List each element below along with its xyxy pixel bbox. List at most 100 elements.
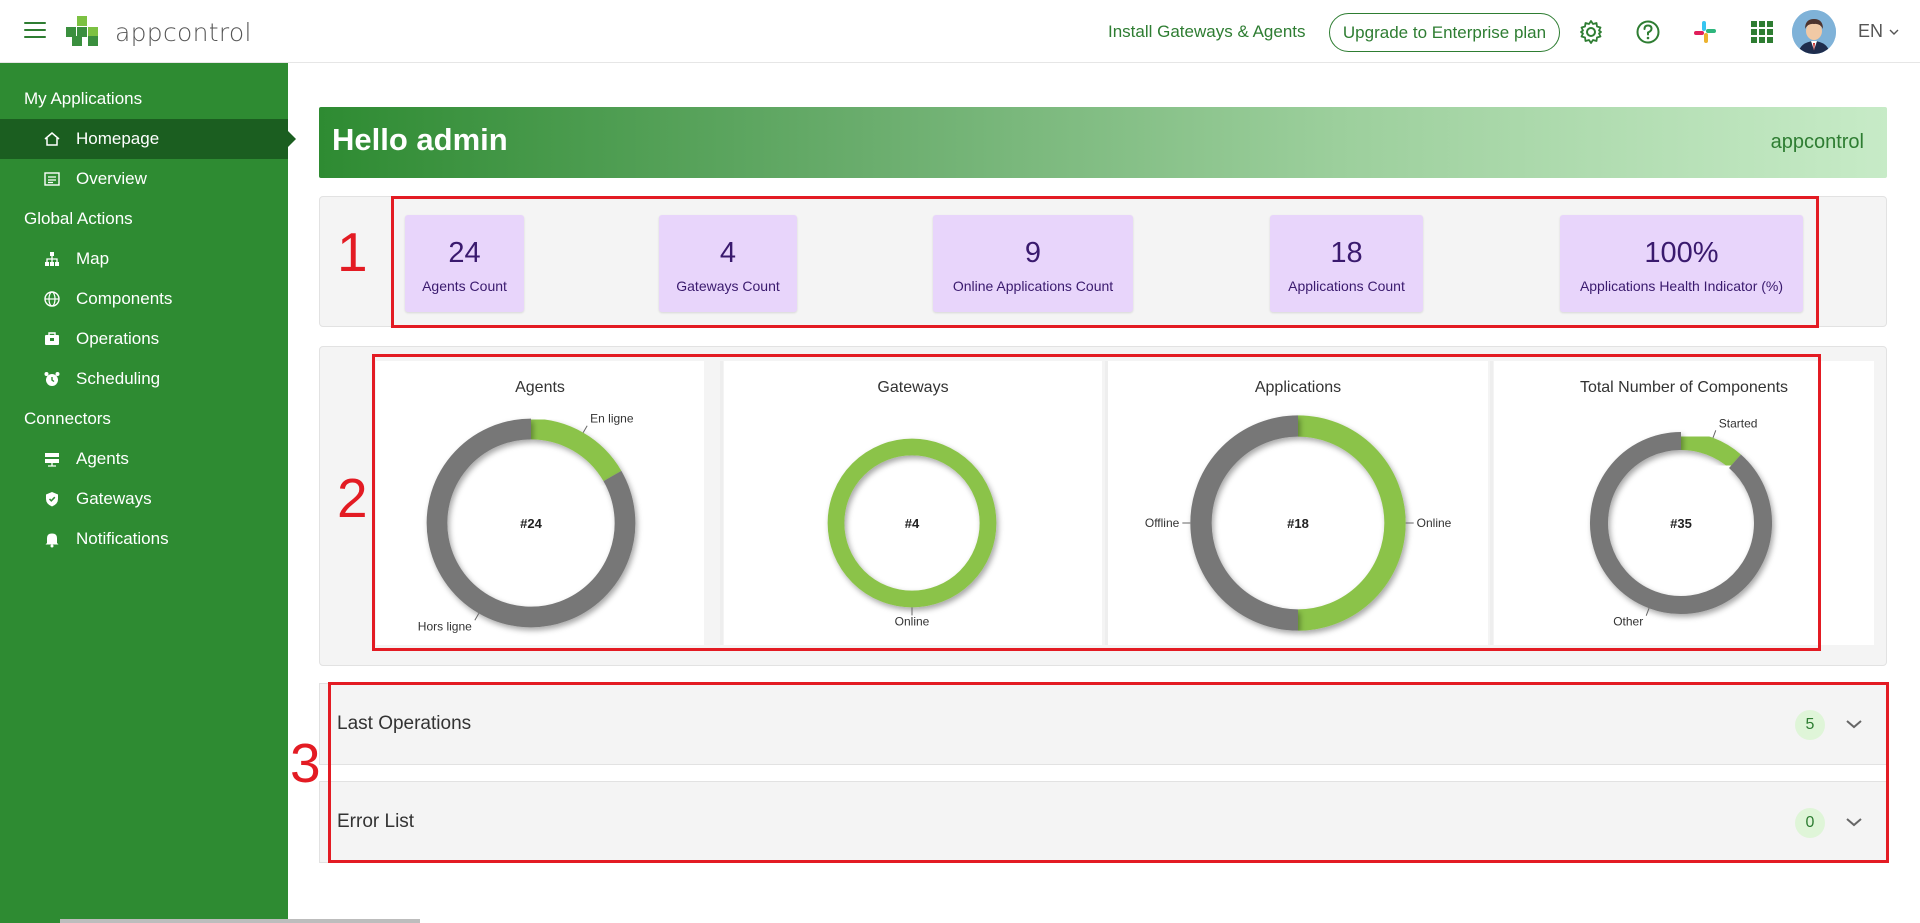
- chevron-down-icon[interactable]: [1844, 812, 1864, 832]
- sidebar-item-overview[interactable]: Overview: [0, 159, 288, 199]
- kpi-label: Online Applications Count: [952, 278, 1114, 294]
- kpi-label: Applications Count: [1288, 278, 1405, 294]
- bell-icon: [45, 533, 59, 548]
- slice-label: En ligne: [590, 412, 634, 426]
- kpi-card-applications: 18 Applications Count: [1270, 215, 1423, 312]
- help-icon[interactable]: [1635, 19, 1661, 45]
- sidebar-item-gateways[interactable]: Gateways: [0, 479, 288, 519]
- welcome-title: Hello admin: [332, 122, 508, 157]
- settings-icon[interactable]: [1578, 19, 1604, 45]
- sidebar: My Applications Homepage Overview Global…: [0, 63, 296, 923]
- list-icon: [44, 172, 60, 186]
- sidebar-item-homepage[interactable]: Homepage: [0, 119, 296, 159]
- slice-label: Online: [1417, 516, 1452, 530]
- chart-divider: [1490, 361, 1493, 645]
- donut-chart-applications: Online Offline #18: [1145, 415, 1452, 631]
- upgrade-plan-button[interactable]: Upgrade to Enterprise plan: [1329, 13, 1560, 52]
- chart-applications: Applications Online Offline #18: [1108, 361, 1488, 645]
- kpi-value: 4: [719, 237, 737, 269]
- accordion-title: Last Operations: [337, 713, 472, 734]
- chart-gateways: Gateways Online #4: [724, 361, 1102, 645]
- apps-grid-icon[interactable]: [1749, 19, 1775, 45]
- accordion-last-operations[interactable]: Last Operations 5: [319, 683, 1887, 765]
- chart-agents: Agents En ligne Hors ligne #24: [376, 361, 704, 645]
- kpi-label: Gateways Count: [676, 278, 780, 294]
- sidebar-item-operations[interactable]: Operations: [0, 319, 288, 359]
- donut-chart-agents: En ligne Hors ligne #24: [418, 412, 636, 633]
- annotation-number-2: 2: [337, 467, 368, 529]
- sidebar-item-scheduling[interactable]: Scheduling: [0, 359, 288, 399]
- accordion-error-list[interactable]: Error List 0: [319, 781, 1887, 863]
- sidebar-item-label: Overview: [76, 169, 147, 188]
- bottom-scrollbar[interactable]: [0, 919, 1920, 923]
- donut-slice-offline[interactable]: [1190, 415, 1299, 631]
- sidebar-item-notifications[interactable]: Notifications: [0, 519, 288, 559]
- count-badge: 0: [1795, 808, 1825, 838]
- accordion-title: Error List: [337, 811, 415, 832]
- slice-label: Other: [1613, 615, 1643, 629]
- slice-leader-line: [474, 613, 480, 621]
- slice-leader-line: [1645, 608, 1650, 616]
- donut-center-label: #4: [905, 516, 920, 531]
- sitemap-icon: [45, 252, 59, 266]
- sidebar-item-components[interactable]: Components: [0, 279, 288, 319]
- server-icon: [45, 453, 59, 467]
- donut-chart-gateways: Online #4: [827, 438, 997, 628]
- sidebar-item-label: Homepage: [76, 129, 160, 148]
- donut-center-label: #35: [1670, 516, 1692, 531]
- slice-leader-line: [1712, 430, 1717, 438]
- banner-brand: appcontrol: [1770, 131, 1864, 153]
- kpi-panel: 24 Agents Count 4 Gateways Count 9 Onlin…: [319, 196, 1887, 327]
- kpi-card-agents: 24 Agents Count: [405, 215, 524, 312]
- kpi-value: 18: [1330, 237, 1363, 269]
- globe-icon: [44, 291, 60, 307]
- chevron-down-icon: [1889, 29, 1899, 35]
- sidebar-item-label: Notifications: [76, 529, 169, 548]
- slice-leader-line: [582, 425, 588, 433]
- sidebar-section-connectors: Connectors: [24, 409, 111, 428]
- user-avatar[interactable]: [1792, 10, 1836, 54]
- sidebar-item-agents[interactable]: Agents: [0, 439, 288, 479]
- slice-label: Offline: [1145, 516, 1180, 530]
- kpi-value: 100%: [1644, 237, 1719, 269]
- language-selector[interactable]: EN: [1858, 21, 1899, 42]
- menu-icon[interactable]: [24, 22, 46, 40]
- donut-slice-started[interactable]: [1680, 431, 1741, 469]
- kpi-value: 24: [448, 237, 481, 269]
- sidebar-item-label: Components: [76, 289, 173, 308]
- count-badge: 5: [1795, 710, 1825, 740]
- chevron-down-icon[interactable]: [1844, 714, 1864, 734]
- kpi-card-health-indicator: 100% Applications Health Indicator (%): [1560, 215, 1803, 312]
- donut-slice-en-ligne[interactable]: [530, 418, 622, 482]
- welcome-banner: Hello admin appcontrol: [319, 107, 1887, 178]
- annotation-number-3: 3: [290, 732, 321, 794]
- sidebar-item-label: Map: [76, 249, 110, 268]
- chart-divider: [720, 361, 723, 645]
- donut-center-label: #18: [1287, 516, 1309, 531]
- donut-chart-components: Started Other #35: [1589, 416, 1772, 629]
- kpi-label: Applications Health Indicator (%): [1579, 278, 1784, 294]
- sidebar-item-label: Operations: [76, 329, 160, 348]
- sidebar-section-global-actions: Global Actions: [24, 209, 133, 228]
- install-gateways-agents-link[interactable]: Install Gateways & Agents: [1108, 22, 1306, 42]
- slice-label: Started: [1719, 416, 1758, 430]
- brand-name: appcontrol: [115, 18, 252, 47]
- charts-panel: Agents En ligne Hors ligne #24 Gateways On…: [319, 346, 1887, 666]
- sidebar-item-map[interactable]: Map: [0, 239, 288, 279]
- kpi-card-gateways: 4 Gateways Count: [659, 215, 797, 312]
- slice-label: Online: [895, 614, 930, 628]
- sidebar-section-my-applications: My Applications: [24, 89, 143, 108]
- kpi-card-online-applications: 9 Online Applications Count: [933, 215, 1133, 312]
- top-bar: appcontrol Install Gateways & Agents Upg…: [0, 0, 1920, 63]
- sidebar-item-label: Scheduling: [76, 369, 161, 388]
- kpi-label: Agents Count: [422, 278, 507, 294]
- home-icon: [44, 132, 60, 146]
- kpi-value: 9: [1024, 237, 1042, 269]
- slack-icon[interactable]: [1692, 19, 1718, 45]
- sidebar-item-label: Agents: [76, 449, 129, 468]
- sidebar-item-label: Gateways: [76, 489, 152, 508]
- slice-label: Hors ligne: [418, 619, 472, 633]
- appcontrol-logo: [66, 16, 98, 46]
- toolbox-icon: [45, 332, 59, 345]
- donut-slice-online[interactable]: [1297, 415, 1406, 631]
